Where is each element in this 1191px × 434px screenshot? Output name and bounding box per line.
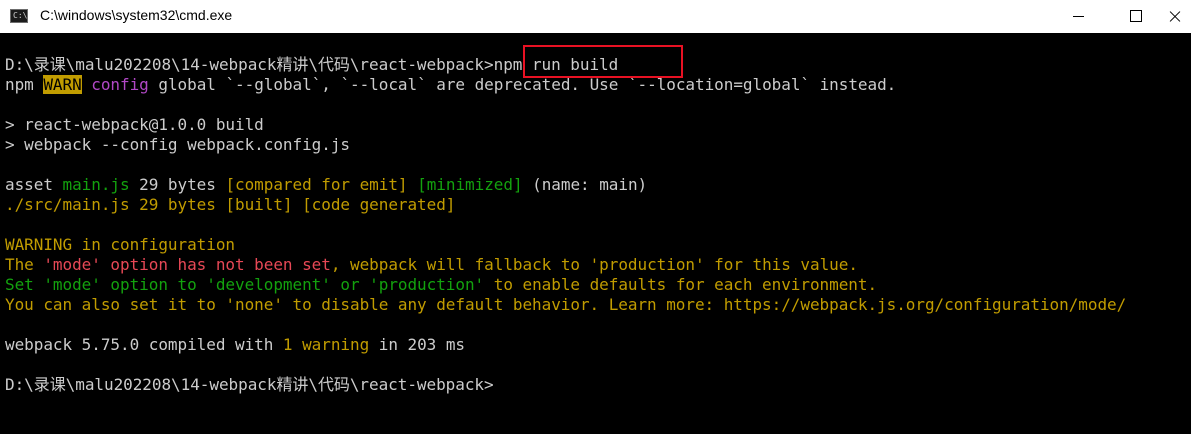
console-line-prompt-final[interactable]: D:\录课\malu202208\14-webpack精讲\代码\react-w… <box>5 375 494 395</box>
asset-name: (name: main) <box>522 175 648 194</box>
console-line-learn-more: You can also set it to 'none' to disable… <box>5 295 1127 314</box>
title-bar[interactable]: C:\ C:\windows\system32\cmd.exe <box>0 0 1191 33</box>
minimize-icon[interactable] <box>1056 0 1102 33</box>
console-line-warning-header: WARNING in configuration <box>5 235 235 255</box>
asset-size: 29 bytes <box>129 175 226 194</box>
maximize-icon[interactable] <box>1112 0 1158 33</box>
set-mode-rest: to enable defaults for each environment. <box>484 275 878 294</box>
prompt-path: D:\录课\malu202208\14-webpack精讲\代码\react-w… <box>5 55 494 74</box>
mode-not-set-text: 'mode' option has not been set <box>43 255 331 274</box>
cmd-app-icon[interactable]: C:\ <box>10 9 28 23</box>
console-line-script-command: > webpack --config webpack.config.js <box>5 135 350 154</box>
asset-filename: main.js <box>62 175 130 194</box>
console-output[interactable]: D:\录课\malu202208\14-webpack精讲\代码\react-w… <box>0 33 1191 434</box>
compiled-space <box>293 335 303 354</box>
asset-minimized-tag: [minimized] <box>417 175 523 194</box>
cmd-window: C:\ C:\windows\system32\cmd.exe D:\录课\ma… <box>0 0 1191 434</box>
warn-badge: WARN <box>43 75 82 94</box>
set-mode-text: Set 'mode' option to 'development' or 'p… <box>5 275 485 294</box>
console-line-set-mode: Set 'mode' option to 'development' or 'p… <box>5 275 877 295</box>
mode-fallback-text: , webpack will fallback to 'production' … <box>330 255 858 274</box>
mode-the: The <box>5 255 44 274</box>
compiled-time: in 203 ms <box>369 335 466 354</box>
asset-compared-tag: [compared for emit] <box>225 175 408 194</box>
close-icon[interactable] <box>1158 0 1191 33</box>
compiled-prefix: webpack 5.75.0 compiled with <box>5 335 283 354</box>
console-line-mode-not-set: The 'mode' option has not been set, webp… <box>5 255 858 275</box>
warning-word: warning <box>302 335 370 354</box>
asset-space <box>408 175 418 194</box>
cmd-app-icon-glyph: C:\ <box>13 11 28 20</box>
warning-context: in configuration <box>72 235 236 254</box>
warning-count: 1 <box>282 335 293 354</box>
npm-label: npm <box>5 75 44 94</box>
console-line-asset: asset main.js 29 bytes [compared for emi… <box>5 175 647 195</box>
console-line-module: ./src/main.js 29 bytes [built] [code gen… <box>5 195 456 214</box>
warning-label: WARNING <box>5 235 73 254</box>
console-line-script-name: > react-webpack@1.0.0 build <box>5 115 264 134</box>
asset-label: asset <box>5 175 63 194</box>
command-highlight-box <box>523 45 683 78</box>
console-line-npm-warn: npm WARN config global `--global`, `--lo… <box>5 75 896 95</box>
console-line-compiled: webpack 5.75.0 compiled with 1 warning i… <box>5 335 465 355</box>
config-keyword: config <box>81 75 149 94</box>
window-title: C:\windows\system32\cmd.exe <box>40 7 233 23</box>
